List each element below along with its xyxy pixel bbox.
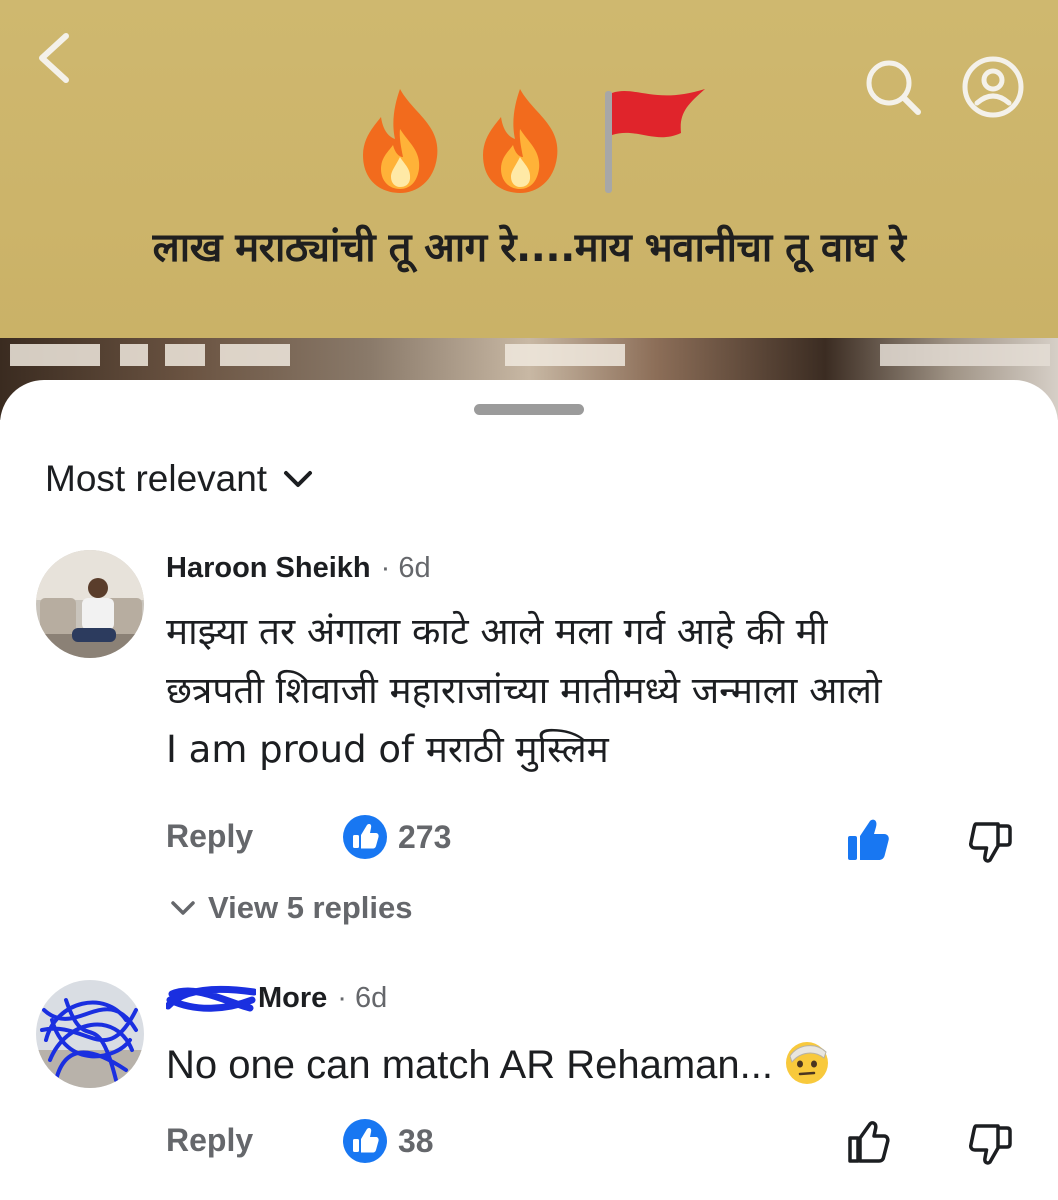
red-flag-emoji <box>605 89 705 193</box>
dislike-icon[interactable] <box>968 1122 1012 1166</box>
drag-handle[interactable] <box>474 404 584 415</box>
comment-text-content: No one can match AR Rehaman... <box>166 1043 773 1087</box>
comment-text-line: I am proud of मराठी मुस्लिम <box>166 728 609 771</box>
reaction-count[interactable]: 38 <box>342 1118 434 1164</box>
comment-header: More · 6d <box>166 982 387 1016</box>
video-caption: लाख मराठ्यांची तू आग रे....माय भवानीचा त… <box>152 225 906 271</box>
video-preview[interactable]: लाख मराठ्यांची तू आग रे....माय भवानीचा त… <box>0 0 1058 420</box>
comment-text: No one can match AR Rehaman... <box>166 1036 1026 1095</box>
like-icon[interactable] <box>846 1120 890 1164</box>
like-count: 273 <box>398 818 452 855</box>
comment-time: · 6d <box>337 982 388 1014</box>
comment-author[interactable]: More <box>258 982 327 1015</box>
profile-icon[interactable] <box>962 56 1024 118</box>
comment-text-line: छत्रपती शिवाजी महाराजांच्या मातीमध्ये जन… <box>166 669 882 712</box>
chevron-down-icon <box>171 901 195 915</box>
comment-author[interactable]: Haroon Sheikh <box>166 552 371 585</box>
comment-time: · 6d <box>380 552 431 584</box>
avatar[interactable] <box>36 550 144 658</box>
chevron-left-icon[interactable] <box>30 30 80 86</box>
comment-text-line: माझ्या तर अंगाला काटे आले मला गर्व आहे क… <box>166 610 828 653</box>
view-replies-label: View 5 replies <box>208 890 413 925</box>
emoji-row <box>355 80 710 195</box>
sort-label: Most relevant <box>45 458 268 499</box>
comment-header: Haroon Sheikh · 6d <box>166 552 431 585</box>
fire-emoji <box>363 89 438 193</box>
chevron-down-icon <box>284 471 313 487</box>
like-reaction-icon <box>343 815 387 859</box>
reaction-count[interactable]: 273 <box>342 814 451 860</box>
reply-button[interactable]: Reply <box>166 818 253 855</box>
redaction-scribble <box>166 985 256 1012</box>
avatar[interactable] <box>36 980 144 1088</box>
face-with-bandage-emoji <box>786 1042 829 1084</box>
dislike-icon[interactable] <box>968 820 1012 864</box>
like-reaction-icon <box>343 1119 387 1163</box>
like-button-icon[interactable] <box>846 818 890 862</box>
reply-button[interactable]: Reply <box>166 1122 253 1159</box>
search-icon[interactable] <box>862 56 924 118</box>
comment-text: माझ्या तर अंगाला काटे आले मला गर्व आहे क… <box>166 602 1026 779</box>
comments-sheet: Most relevant Haroon Sheikh · 6d माझ्या … <box>0 380 1058 1200</box>
view-replies-button[interactable]: View 5 replies <box>170 890 413 926</box>
sort-dropdown[interactable]: Most relevant <box>45 458 313 500</box>
fire-emoji <box>483 89 558 193</box>
like-count: 38 <box>398 1122 434 1159</box>
